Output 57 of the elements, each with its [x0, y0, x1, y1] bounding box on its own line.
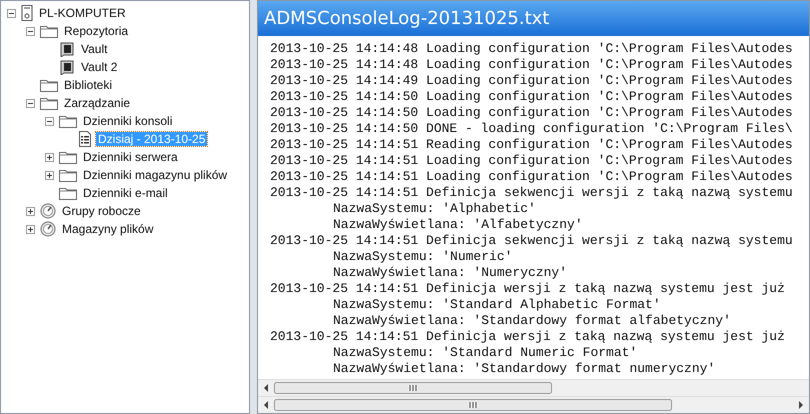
tree-item[interactable]: Zarządzanie [62, 96, 132, 110]
tree-item[interactable]: Magazyny plików [60, 222, 156, 236]
collapse-icon[interactable] [7, 8, 16, 18]
log-line: NazwaWyświetlana: 'Numeryczny' [332, 265, 568, 281]
tree-item[interactable]: Grupy robocze [60, 204, 143, 218]
tree-item[interactable]: Dzienniki magazynu plików [81, 168, 230, 182]
folder-icon [59, 150, 77, 164]
tree-item[interactable]: Biblioteki [62, 78, 114, 92]
log-line: 2013-10-25 14:14:51 Definicja wersji z taką nazwą systemu jest już [270, 329, 786, 345]
vault-icon [59, 59, 75, 75]
tree-item[interactable]: Dzienniki konsoli [81, 114, 174, 128]
log-line: NazwaSystemu: 'Standard Alphabetic Format' [332, 297, 662, 313]
folder-icon [40, 96, 58, 110]
expand-icon[interactable] [45, 152, 54, 162]
collapse-icon[interactable] [26, 26, 35, 36]
window-title: ADMSConsoleLog-20131025.txt [258, 1, 809, 36]
log-line: 2013-10-25 14:14:51 Loading configuration 'C:\Program Files\Autodes [270, 169, 794, 185]
log-line: NazwaSystemu: 'Standard Numeric Format' [332, 345, 638, 361]
expand-icon[interactable] [45, 170, 54, 180]
log-line: NazwaWyświetlana: 'Alfabetyczny' [332, 217, 584, 233]
log-line: 2013-10-25 14:14:51 Reading configuration 'C:\Program Files\Autodes [270, 137, 794, 153]
log-line: 2013-10-25 14:14:51 Loading configuration 'C:\Program Files\Autodes [270, 153, 794, 169]
vault-icon [59, 41, 75, 57]
tree-item[interactable]: Dzienniki serwera [81, 150, 180, 164]
document-icon [78, 131, 92, 147]
log-line: NazwaSystemu: 'Numeric' [332, 249, 514, 265]
collapse-icon[interactable] [26, 98, 35, 108]
folder-icon [59, 114, 77, 128]
scrollbar-thumb[interactable] [274, 381, 552, 395]
tree-item[interactable]: Vault 2 [79, 60, 120, 74]
log-line: 2013-10-25 14:14:50 Loading configuration 'C:\Program Files\Autodes [270, 105, 794, 121]
log-line: 2013-10-25 14:14:51 Definicja sekwencji wersji z taką nazwą systemu [270, 185, 794, 201]
collapse-icon[interactable] [45, 116, 54, 126]
log-line: NazwaWyświetlana: 'Standardowy format numeryczny' [332, 361, 716, 377]
log-line: NazwaWyświetlana: 'Standardowy format alfabetyczny' [332, 313, 732, 329]
log-line: 2013-10-25 14:14:51 Definicja wersji z taką nazwą systemu jest już [270, 281, 786, 297]
tree-item[interactable]: Vault [79, 42, 110, 56]
disc-icon [40, 203, 56, 219]
computer-icon [21, 5, 33, 21]
disc-icon [40, 221, 56, 237]
log-line: 2013-10-25 14:14:48 Loading configuration 'C:\Program Files\Autodes [270, 57, 794, 73]
folder-icon [40, 24, 58, 38]
expand-icon[interactable] [26, 224, 35, 234]
log-line: 2013-10-25 14:14:48 Loading configuration 'C:\Program Files\Autodes [270, 41, 794, 57]
tree-item[interactable]: Repozytoria [62, 24, 130, 38]
log-line: 2013-10-25 14:14:49 Loading configuration 'C:\Program Files\Autodes [270, 73, 794, 89]
tree-item[interactable]: PL-KOMPUTER [37, 6, 128, 20]
scrollbar-thumb[interactable] [274, 398, 672, 412]
log-line: 2013-10-25 14:14:50 DONE - loading configuration 'C:\Program Files\ [270, 121, 794, 137]
folder-icon [59, 186, 77, 200]
log-line: NazwaSystemu: 'Alphabetic' [332, 201, 537, 217]
tree-item[interactable]: Dzienniki e-mail [81, 186, 170, 200]
log-line: 2013-10-25 14:14:51 Definicja sekwencji wersji z taką nazwą systemu [270, 233, 794, 249]
folder-icon [40, 78, 58, 92]
expand-icon[interactable] [26, 206, 35, 216]
folder-icon [59, 168, 77, 182]
log-line: 2013-10-25 14:14:50 Loading configuration 'C:\Program Files\Autodes [270, 89, 794, 105]
